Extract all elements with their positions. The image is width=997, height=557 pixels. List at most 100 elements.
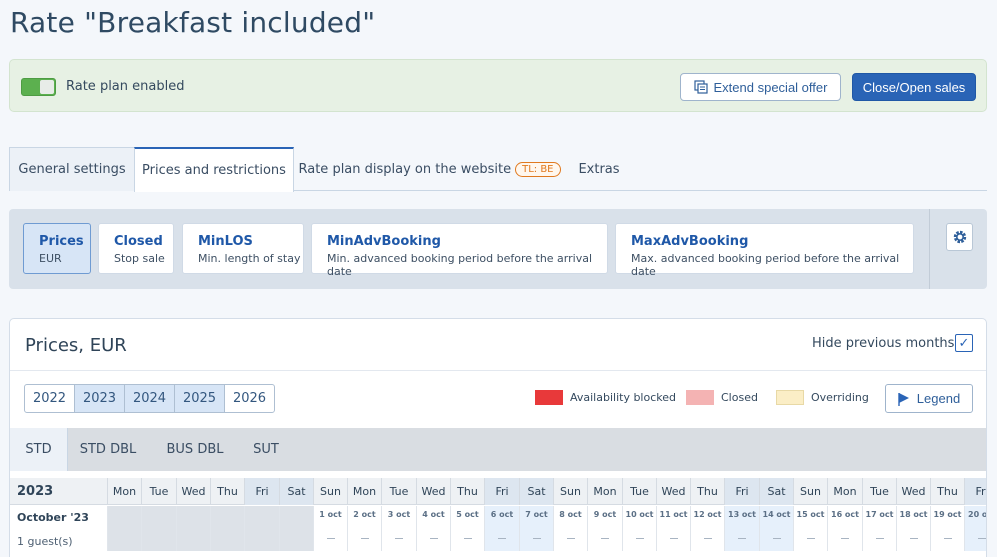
empty-price-dash <box>395 538 403 539</box>
calendar-date-cell[interactable]: 15 oct <box>793 506 827 551</box>
date-label: 1 oct <box>319 510 342 519</box>
filter-subtitle: Min. advanced booking period before the … <box>327 252 593 278</box>
calendar-date-cell[interactable]: 16 oct <box>827 506 862 551</box>
year-2025[interactable]: 2025 <box>174 384 225 413</box>
legend-label: Overriding <box>811 391 869 404</box>
calendar-date-cell[interactable]: 18 oct <box>896 506 930 551</box>
legend-button-label: Legend <box>916 391 961 406</box>
empty-price-dash <box>429 538 438 539</box>
rate-status-bar: Rate plan enabled Extend special offer C… <box>9 59 987 112</box>
room-tab-bus-dbl[interactable]: BUS DBL <box>158 428 232 471</box>
prices-panel: Prices, EUR Hide previous months ✓ 2022 … <box>9 318 987 557</box>
tab-rate-plan-display[interactable]: Rate plan display on the website TL: BE <box>297 147 562 191</box>
calendar-day-header: Fri <box>484 478 519 505</box>
calendar-date-cell[interactable]: 12 oct <box>690 506 724 551</box>
filter-minlos[interactable]: MinLOS Min. length of stay <box>182 223 304 274</box>
calendar-date-cell[interactable]: 17 oct <box>862 506 896 551</box>
date-label: 3 oct <box>387 510 411 519</box>
empty-price-dash <box>498 538 506 539</box>
room-tab-std-dbl[interactable]: STD DBL <box>72 428 144 471</box>
calendar-date-cell[interactable]: 8 oct <box>553 506 587 551</box>
empty-price-dash <box>532 538 541 539</box>
tab-label: Rate plan display on the website <box>298 161 512 177</box>
date-label: 18 oct <box>899 510 928 519</box>
tab-general-settings[interactable]: General settings <box>9 147 135 191</box>
room-tab-sut[interactable]: SUT <box>246 428 286 471</box>
legend-overriding: Overriding <box>776 390 869 405</box>
date-label: 8 oct <box>559 510 582 519</box>
calendar-date-cell[interactable]: 11 oct <box>656 506 690 551</box>
empty-price-dash <box>360 538 369 539</box>
date-label: 17 oct <box>865 510 894 519</box>
legend-availability-blocked: Availability blocked <box>535 390 676 405</box>
calendar-day-header: Thu <box>450 478 484 505</box>
date-label: 6 oct <box>490 510 514 519</box>
filter-closed[interactable]: Closed Stop sale <box>98 223 174 274</box>
settings-button[interactable] <box>946 223 973 251</box>
filter-title: MinAdvBooking <box>327 234 441 249</box>
calendar-day-header: Sun <box>553 478 587 505</box>
date-label: 16 oct <box>831 510 859 519</box>
gear-icon <box>953 230 966 244</box>
calendar-date-cell[interactable]: 7 oct <box>519 506 553 551</box>
year-2024[interactable]: 2024 <box>124 384 175 413</box>
calendar-day-header: Wed <box>416 478 450 505</box>
filter-title: Closed <box>114 234 163 249</box>
filter-minadvbooking[interactable]: MinAdvBooking Min. advanced booking peri… <box>311 223 608 278</box>
year-selector: 2022 2023 2024 2025 2026 <box>24 384 275 414</box>
checkmark-icon: ✓ <box>958 335 970 351</box>
date-label: 9 oct <box>593 510 617 519</box>
calendar-date-cell[interactable]: 20 oct <box>964 506 987 551</box>
swatch-overriding <box>776 390 804 405</box>
calendar-empty-cell <box>279 506 313 551</box>
close-open-sales-button[interactable]: Close/Open sales <box>852 73 976 101</box>
calendar-date-cell[interactable]: 4 oct <box>416 506 450 551</box>
empty-price-dash <box>669 538 678 539</box>
legend-button[interactable]: Legend <box>885 384 973 413</box>
calendar-day-header: Tue <box>862 478 896 505</box>
calendar-date-cell[interactable]: 1 oct <box>313 506 347 551</box>
filter-subtitle: Min. length of stay <box>198 252 301 265</box>
calendar-date-cell[interactable]: 19 oct <box>930 506 964 551</box>
empty-price-dash <box>875 538 884 539</box>
calendar-day-header: Fri <box>964 478 986 505</box>
filter-subtitle: Stop sale <box>114 252 165 265</box>
rate-enabled-toggle[interactable] <box>21 78 56 96</box>
calendar-day-header: Mon <box>587 478 622 505</box>
filter-prices[interactable]: Prices EUR <box>23 223 91 274</box>
calendar-date-cell[interactable]: 13 oct <box>724 506 759 551</box>
calendar-date-cell[interactable]: 10 oct <box>622 506 656 551</box>
room-type-tabs: STD STD DBL BUS DBL SUT <box>10 428 986 471</box>
legend-closed: Closed <box>686 390 758 405</box>
calendar-empty-cell <box>176 506 210 551</box>
calendar-day-header: Mon <box>827 478 862 505</box>
year-2023[interactable]: 2023 <box>74 384 125 413</box>
calendar-guests: 1 guest(s) <box>17 535 73 548</box>
hide-previous-months-checkbox[interactable]: ✓ <box>955 334 973 352</box>
date-label: 20 oct <box>968 510 987 519</box>
calendar-date-cell[interactable]: 14 oct <box>759 506 793 551</box>
calendar-date-cell[interactable]: 6 oct <box>484 506 519 551</box>
tab-extras[interactable]: Extras <box>564 147 634 191</box>
calendar-date-cell[interactable]: 9 oct <box>587 506 622 551</box>
filter-title: MaxAdvBooking <box>631 234 749 249</box>
year-2026[interactable]: 2026 <box>224 384 275 413</box>
calendar-date-cell[interactable]: 3 oct <box>381 506 416 551</box>
calendar-date-cell[interactable]: 5 oct <box>450 506 484 551</box>
filter-maxadvbooking[interactable]: MaxAdvBooking Max. advanced booking peri… <box>615 223 914 278</box>
tab-prices-and-restrictions[interactable]: Prices and restrictions <box>134 147 294 192</box>
date-label: 5 oct <box>456 510 479 519</box>
extend-special-offer-button[interactable]: Extend special offer <box>680 73 841 101</box>
calendar-day-header: Wed <box>896 478 930 505</box>
filter-title: Prices <box>39 234 84 249</box>
empty-price-dash <box>841 538 849 539</box>
calendar-empty-cell <box>107 506 141 551</box>
calendar-day-header: Sun <box>313 478 347 505</box>
filter-subtitle: EUR <box>39 252 62 265</box>
restriction-filter-bar: Prices EUR Closed Stop sale MinLOS Min. … <box>9 209 987 289</box>
year-2022[interactable]: 2022 <box>24 384 75 413</box>
empty-price-dash <box>463 538 472 539</box>
room-tab-std[interactable]: STD <box>10 428 68 471</box>
copy-icon <box>693 80 708 94</box>
calendar-date-cell[interactable]: 2 oct <box>347 506 381 551</box>
